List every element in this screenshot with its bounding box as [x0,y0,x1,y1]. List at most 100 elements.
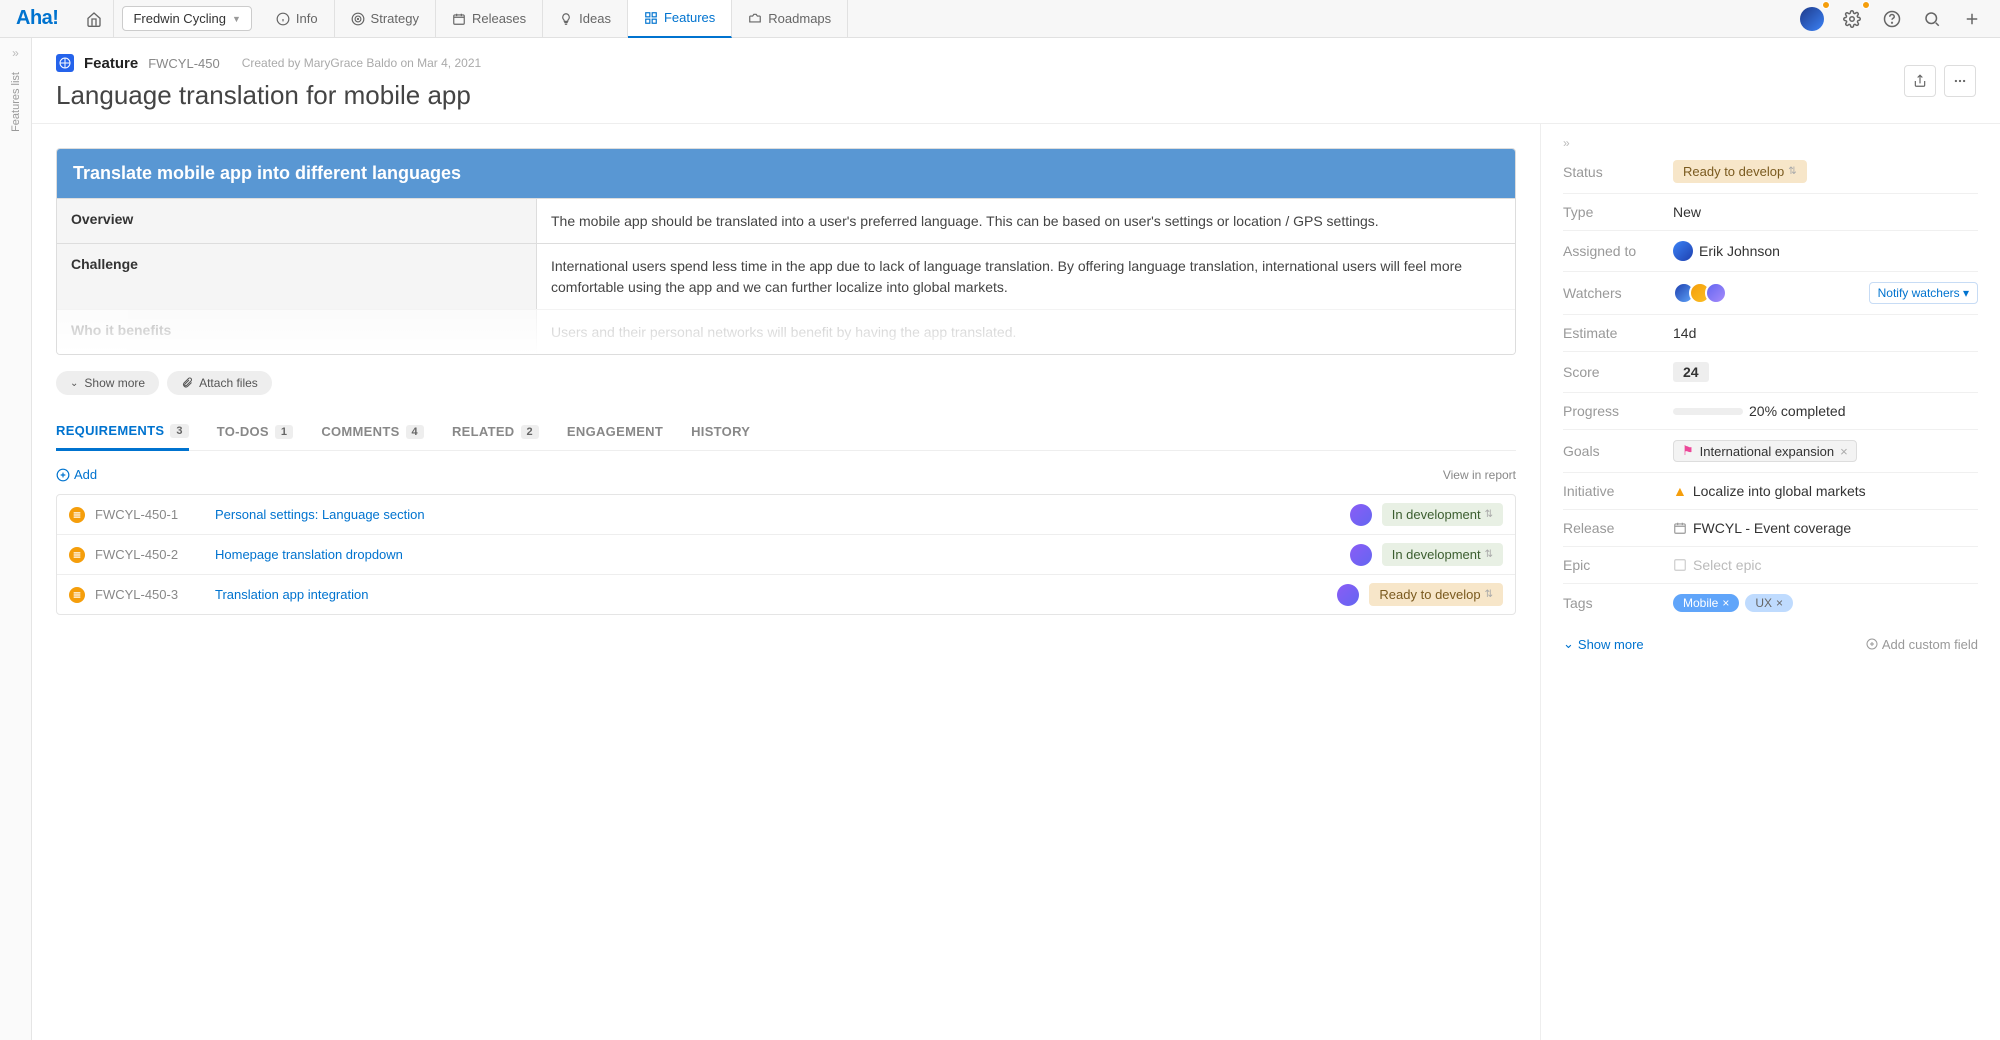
remove-icon[interactable]: × [1776,596,1783,610]
desc-value: International users spend less time in t… [537,244,1515,309]
requirement-row[interactable]: FWCYL-450-1 Personal settings: Language s… [57,495,1515,534]
score-value[interactable]: 24 [1673,362,1709,382]
assigned-value[interactable]: Erik Johnson [1673,241,1978,261]
search-button[interactable] [1916,3,1948,35]
topbar: Aha! Fredwin Cycling ▼ InfoStrategyRelea… [0,0,2000,38]
description-row[interactable]: OverviewThe mobile app should be transla… [57,198,1515,243]
record-header: Feature FWCYL-450 Created by MaryGrace B… [32,38,2000,124]
requirement-status[interactable]: In development ⇅ [1382,503,1503,526]
flag-icon: ⚑ [1682,443,1694,459]
workspace-selector[interactable]: Fredwin Cycling ▼ [122,6,251,31]
notification-dot [1822,1,1830,9]
show-more-button[interactable]: ⌄ Show more [56,371,159,395]
plus-circle-icon [1866,638,1878,650]
nav-tab-features[interactable]: Features [628,0,732,38]
watchers-label: Watchers [1563,285,1673,301]
requirement-icon [69,507,85,523]
nav-tab-releases[interactable]: Releases [436,0,543,38]
notify-watchers-button[interactable]: Notify watchers ▾ [1869,282,1978,304]
plus-icon [1963,10,1981,28]
requirements-list: FWCYL-450-1 Personal settings: Language s… [56,494,1516,615]
requirement-icon [69,587,85,603]
grid-icon [644,11,658,25]
requirement-row[interactable]: FWCYL-450-3Translation app integrationRe… [57,574,1515,614]
tab-comments[interactable]: COMMENTS4 [321,423,424,450]
desc-label: Challenge [57,244,537,309]
count-badge: 4 [406,425,424,439]
requirement-status[interactable]: In development ⇅ [1382,543,1503,566]
description-card: Translate mobile app into different lang… [56,148,1516,355]
add-button[interactable] [1956,3,1988,35]
status-label: Status [1563,164,1673,180]
avatar [1337,584,1359,606]
remove-icon[interactable]: × [1722,596,1729,610]
tags-value[interactable]: Mobile × UX × [1673,594,1978,612]
requirement-id: FWCYL-450-1 [95,507,205,522]
plus-circle-icon [56,468,70,482]
tab-requirements[interactable]: REQUIREMENTS3 [56,423,189,451]
record-created: Created by MaryGrace Baldo on Mar 4, 202… [242,56,481,70]
progress-value[interactable]: 20% completed [1673,403,1978,419]
calendar-icon [1673,521,1687,535]
info-icon [276,12,290,26]
desc-value: The mobile app should be translated into… [537,199,1515,243]
watchers-value[interactable]: Notify watchers ▾ [1673,282,1978,304]
tab-history[interactable]: HISTORY [691,423,750,450]
tab-engagement[interactable]: ENGAGEMENT [567,423,663,450]
add-requirement-link[interactable]: Add [56,467,97,482]
goals-label: Goals [1563,443,1673,459]
nav-tab-roadmaps[interactable]: Roadmaps [732,0,848,38]
requirement-title[interactable]: Translation app integration [215,587,1327,602]
user-avatar[interactable] [1796,3,1828,35]
help-button[interactable] [1876,3,1908,35]
tag-chip[interactable]: UX × [1745,594,1793,612]
initiative-label: Initiative [1563,483,1673,499]
tab-related[interactable]: RELATED2 [452,423,539,450]
requirement-title[interactable]: Personal settings: Language section [215,507,1340,522]
paperclip-icon [181,377,193,389]
description-heading[interactable]: Translate mobile app into different lang… [57,149,1515,198]
status-value[interactable]: Ready to develop ⇅ [1673,160,1807,183]
initiative-icon: ▲ [1673,483,1687,499]
fade-overlay [57,314,1515,354]
nav-tab-strategy[interactable]: Strategy [335,0,436,38]
add-custom-field-link[interactable]: Add custom field [1866,636,1978,652]
brand-logo[interactable]: Aha! [0,7,74,30]
tag-chip[interactable]: Mobile × [1673,594,1739,612]
avatar [1350,504,1372,526]
home-button[interactable] [74,0,114,38]
bulb-icon [559,12,573,26]
notification-dot [1862,1,1870,9]
attach-files-button[interactable]: Attach files [167,371,272,395]
release-value[interactable]: FWCYL - Event coverage [1673,520,1978,536]
show-more-fields-link[interactable]: ⌄ Show more [1563,636,1644,652]
goal-tag[interactable]: ⚑ International expansion × [1673,440,1857,462]
count-badge: 1 [275,425,293,439]
requirement-status[interactable]: Ready to develop ⇅ [1369,583,1503,606]
settings-button[interactable] [1836,3,1868,35]
avatar [1350,544,1372,566]
view-in-report-link[interactable]: View in report [1443,468,1516,482]
workspace-name: Fredwin Cycling [133,11,225,26]
requirement-title[interactable]: Homepage translation dropdown [215,547,1340,562]
remove-icon[interactable]: × [1840,444,1848,459]
more-button[interactable] [1944,65,1976,97]
requirement-row[interactable]: FWCYL-450-2Homepage translation dropdown… [57,534,1515,574]
estimate-value[interactable]: 14d [1673,325,1978,341]
description-row[interactable]: ChallengeInternational users spend less … [57,243,1515,309]
avatar [1673,241,1693,261]
epic-value[interactable]: Select epic [1673,557,1978,573]
expand-icon: » [12,46,19,60]
gear-icon [1843,10,1861,28]
chevron-down-icon: ⌄ [70,378,78,389]
nav-tab-info[interactable]: Info [260,0,335,38]
record-title[interactable]: Language translation for mobile app [56,80,1976,111]
initiative-value[interactable]: ▲ Localize into global markets [1673,483,1978,499]
nav-tab-ideas[interactable]: Ideas [543,0,628,38]
estimate-label: Estimate [1563,325,1673,341]
sidebar-collapsed[interactable]: » Features list [0,38,32,1040]
type-value[interactable]: New [1673,204,1978,220]
tab-to-dos[interactable]: TO-DOS1 [217,423,294,450]
collapse-panel[interactable]: » [1563,136,1978,150]
share-button[interactable] [1904,65,1936,97]
